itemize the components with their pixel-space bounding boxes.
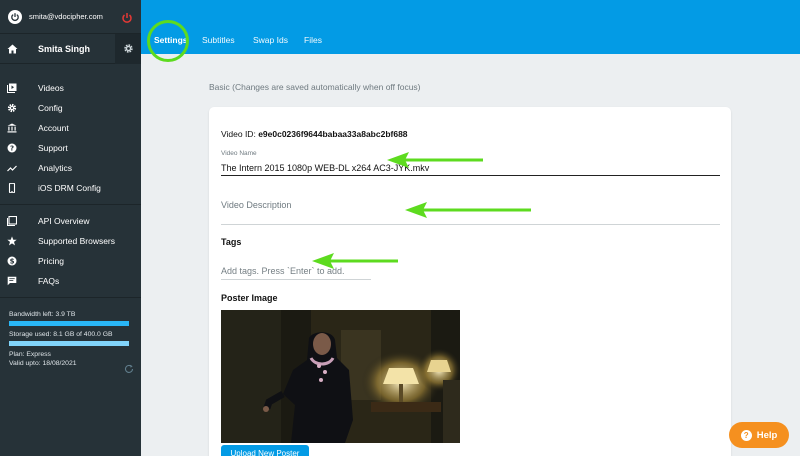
sidebar-item-api-overview[interactable]: API Overview <box>0 211 141 231</box>
star-icon <box>7 236 17 246</box>
storage-bar <box>9 341 129 346</box>
usage-panel: Bandwidth left: 3.9 TB Storage used: 8.1… <box>0 310 141 373</box>
sidebar-user-row: Smita Singh <box>0 33 141 64</box>
tab-subtitles[interactable]: Subtitles <box>202 35 235 45</box>
tags-heading: Tags <box>221 237 242 247</box>
user-name: Smita Singh <box>38 43 91 54</box>
sidebar-item-label: Videos <box>38 83 64 93</box>
video-description-input[interactable]: Video Description <box>221 200 291 210</box>
sidebar-item-supported-browsers[interactable]: Supported Browsers <box>0 231 141 251</box>
help-circle-icon: ? <box>7 143 17 153</box>
sidebar-item-label: Pricing <box>38 256 64 266</box>
tab-files[interactable]: Files <box>304 35 322 45</box>
sidebar-item-label: Analytics <box>38 163 73 173</box>
video-id-value: e9e0c0236f9644babaa33a8abc2bf688 <box>258 129 408 139</box>
annotation-arrow-icon <box>387 152 483 168</box>
svg-text:?: ? <box>10 145 14 153</box>
video-id-label: Video ID: <box>221 129 256 139</box>
phone-icon <box>7 183 17 193</box>
help-label: Help <box>756 429 778 441</box>
sidebar-item-label: iOS DRM Config <box>38 183 101 193</box>
sidebar-nav-main: Videos Config Account ? Support Analytic… <box>0 72 141 205</box>
sidebar-item-faqs[interactable]: FAQs <box>0 271 141 291</box>
valid-upto-label: Valid upto: 18/08/2021 <box>9 360 77 367</box>
bandwidth-label: Bandwidth left: 3.9 TB <box>9 311 76 318</box>
bandwidth-bar <box>9 321 129 326</box>
section-title: Basic (Changes are saved automatically w… <box>209 82 421 92</box>
sidebar-item-label: API Overview <box>38 216 90 226</box>
annotation-arrow-icon <box>312 253 398 269</box>
refresh-icon[interactable] <box>124 364 134 374</box>
video-description-underline <box>221 224 720 225</box>
video-name-label: Video Name <box>221 150 257 157</box>
gear-icon <box>7 103 17 113</box>
sidebar-item-label: Supported Browsers <box>38 236 116 246</box>
video-name-underline <box>221 175 720 176</box>
api-icon <box>7 216 17 226</box>
video-library-icon <box>7 83 17 93</box>
sidebar-item-pricing[interactable]: $ Pricing <box>0 251 141 271</box>
tags-underline <box>221 279 371 280</box>
sidebar-item-label: Support <box>38 143 68 153</box>
tab-swap-ids[interactable]: Swap Ids <box>253 35 288 45</box>
video-id-row: Video ID: e9e0c0236f9644babaa33a8abc2bf6… <box>221 129 408 139</box>
help-button[interactable]: ? Help <box>729 422 789 448</box>
sidebar-item-analytics[interactable]: Analytics <box>0 158 141 178</box>
account-email: smita@vdocipher.com <box>29 12 103 21</box>
dollar-icon: $ <box>7 256 17 266</box>
poster-heading: Poster Image <box>221 293 278 303</box>
upload-poster-button[interactable]: Upload New Poster <box>221 445 309 456</box>
sidebar-item-videos[interactable]: Videos <box>0 78 141 98</box>
user-settings-button[interactable] <box>115 33 141 64</box>
sidebar-item-label: FAQs <box>38 276 60 286</box>
sidebar-nav-secondary: API Overview Supported Browsers $ Pricin… <box>0 205 141 298</box>
logout-icon[interactable] <box>121 11 133 23</box>
poster-image <box>221 310 460 443</box>
annotation-arrow-icon <box>405 202 531 218</box>
sidebar: smita@vdocipher.com Smita Singh Videos C… <box>0 0 141 456</box>
plan-label: Plan: Express <box>9 351 51 358</box>
top-tab-bar: Settings Subtitles Swap Ids Files <box>141 0 800 54</box>
power-icon[interactable] <box>8 9 22 24</box>
storage-label: Storage used: 8.1 GB of 400.0 GB <box>9 331 113 338</box>
sidebar-item-label: Account <box>38 123 69 133</box>
sidebar-item-ios-drm-config[interactable]: iOS DRM Config <box>0 178 141 198</box>
sidebar-account-bar: smita@vdocipher.com <box>0 0 141 34</box>
trending-up-icon <box>7 163 17 173</box>
sidebar-item-support[interactable]: ? Support <box>0 138 141 158</box>
home-icon[interactable] <box>0 44 24 54</box>
annotation-circle <box>147 20 189 62</box>
sidebar-item-config[interactable]: Config <box>0 98 141 118</box>
sidebar-item-label: Config <box>38 103 63 113</box>
chat-icon <box>7 276 17 286</box>
svg-text:$: $ <box>10 258 15 266</box>
help-icon: ? <box>740 429 752 441</box>
bank-icon <box>7 123 17 133</box>
sidebar-item-account[interactable]: Account <box>0 118 141 138</box>
gear-icon <box>123 44 133 53</box>
